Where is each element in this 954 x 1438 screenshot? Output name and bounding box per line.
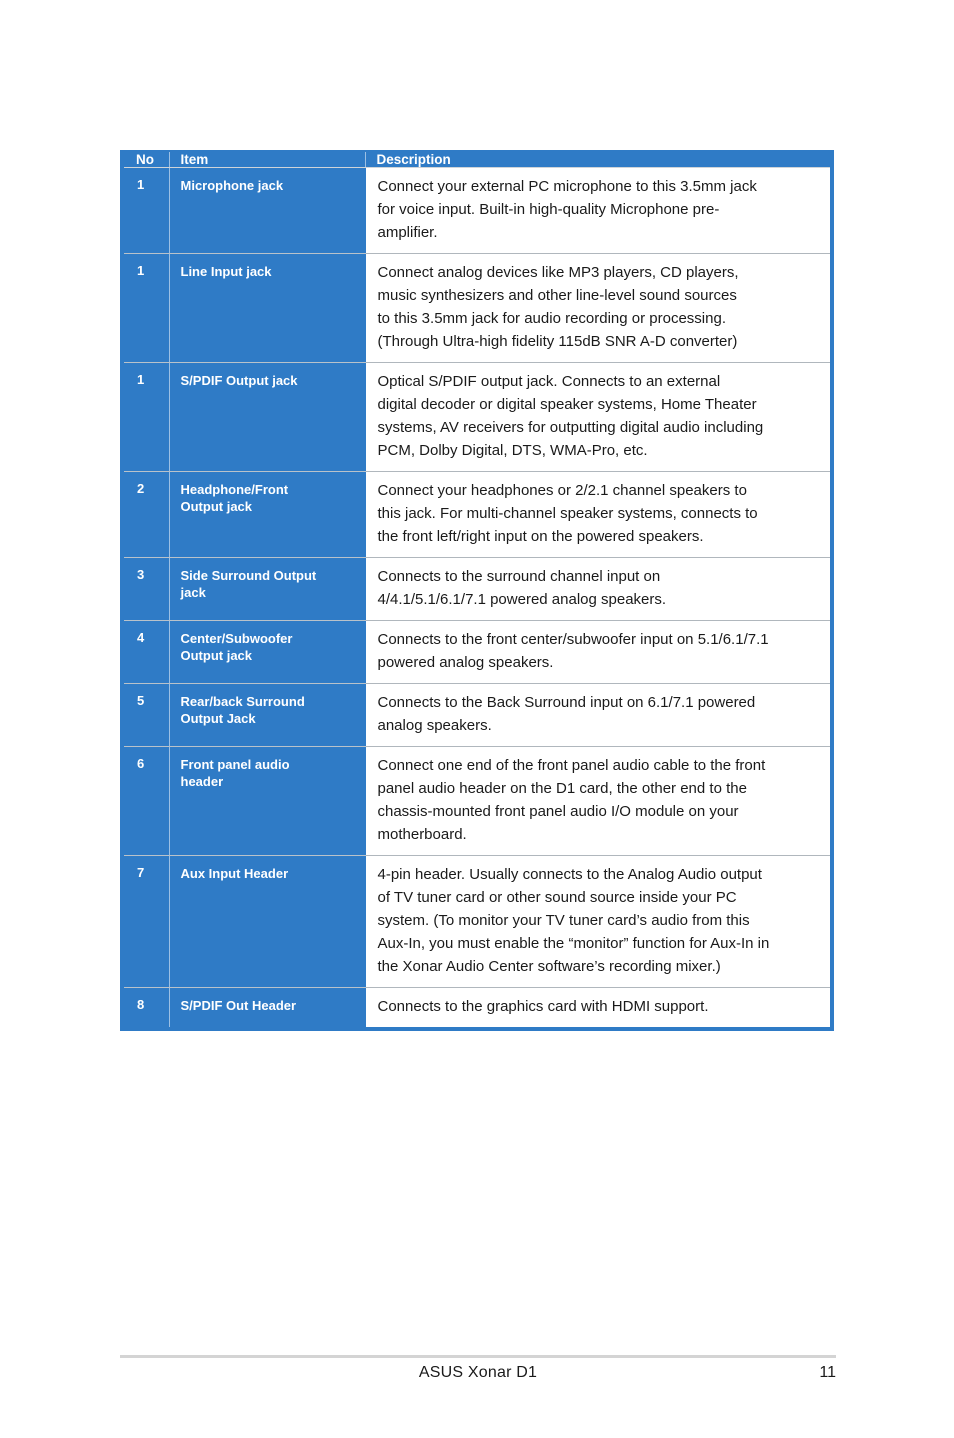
description-line: Connects to the front center/subwoofer i… [377,631,769,648]
item-line: jack [180,585,206,600]
row-number: 5 [122,683,169,747]
footer-divider [120,1355,836,1358]
description-line: 4/4.1/5.1/6.1/7.1 powered analog speaker… [377,591,667,608]
description-line: systems, AV receivers for outputting dig… [377,419,764,436]
description-line: system. (To monitor your TV tuner card’s… [377,912,750,929]
description-line: Connect analog devices like MP3 players,… [377,264,739,281]
document-page: No Item Description 1 Microphone jack Conn… [0,0,954,1438]
footer-product-title: ASUS Xonar D1 [418,1364,538,1381]
table-row: 1 S/PDIF Output jack Optical S/PDIF output… [122,362,832,472]
row-description: 4-pin header. Usually connects to the An… [364,855,832,988]
row-item-name: Center/Subwoofer Output jack [168,620,365,684]
description-line: panel audio header on the D1 card, the o… [377,780,747,797]
item-line: Center/Subwoofer [180,631,293,646]
row-description: Connect one end of the front panel audio… [364,746,832,856]
row-item-name: Rear/back Surround Output Jack [168,683,365,747]
item-line: Output jack [180,499,253,514]
table-row: 1 Microphone jack Connect your external PC… [122,167,832,254]
description-line: chassis-mounted front panel audio I/O mo… [377,803,739,820]
description-line: (Through Ultra-high fidelity 115dB SNR A… [377,333,738,350]
description-line: of TV tuner card or other sound source i… [377,889,737,906]
column-header-no: No [122,151,169,168]
row-item-name: Microphone jack [168,167,365,254]
description-line: Connect one end of the front panel audio… [377,757,766,774]
row-description: Connects to the graphics card with HDMI … [364,987,832,1029]
row-description: Connects to the front center/subwoofer i… [364,620,832,684]
description-line: Connect your headphones or 2/2.1 channel… [377,482,747,499]
row-number: 1 [122,362,169,472]
row-item-name: Line Input jack [168,253,365,363]
row-description: Connect your external PC microphone to t… [364,167,832,254]
description-line: for voice input. Built-in high-quality M… [377,201,720,218]
row-number: 4 [122,620,169,684]
description-line: Connects to the surround channel input o… [377,568,661,585]
row-number: 3 [122,557,169,621]
description-line: Connect your external PC microphone to t… [377,178,757,195]
row-item-name: Front panel audio header [168,746,365,856]
description-line: Connects to the Back Surround input on 6… [377,694,756,711]
description-line: digital decoder or digital speaker syste… [377,396,757,413]
table-header: No Item Description [122,151,832,168]
row-item-name: S/PDIF Output jack [168,362,365,472]
table-body: 1 Microphone jack Connect your external PC… [122,167,832,1029]
description-line: analog speakers. [377,717,492,734]
row-item-name: Headphone/Front Output jack [168,471,365,558]
row-description: Connects to the surround channel input o… [364,557,832,621]
description-line: Optical S/PDIF output jack. Connects to … [377,373,721,390]
row-number: 1 [122,167,169,254]
row-number: 1 [122,253,169,363]
page-footer: ASUS Xonar D1 11 [120,1364,836,1390]
table-header-row: No Item Description [122,151,832,168]
row-item-name: S/PDIF Out Header [168,987,365,1029]
item-line: header [180,774,224,789]
item-line: Side Surround Output [180,568,317,583]
description-line: 4-pin header. Usually connects to the An… [377,866,762,883]
row-number: 8 [122,987,169,1029]
table-row: 6 Front panel audio header Connect one end … [122,746,832,856]
row-item-name: Side Surround Output jack [168,557,365,621]
description-line: the front left/right input on the powere… [377,528,704,545]
item-line: Headphone/Front [180,482,289,497]
table-row: 2 Headphone/Front Output jack Connect your … [122,471,832,558]
description-line: powered analog speakers. [377,654,554,671]
description-line: motherboard. [377,826,467,843]
description-line: this jack. For multi-channel speaker sys… [377,505,758,522]
item-line: Output Jack [180,711,256,726]
table-row: 1 Line Input jack Connect analog devices l… [122,253,832,363]
row-number: 6 [122,746,169,856]
column-header-item: Item [168,151,365,168]
description-line: to this 3.5mm jack for audio recording o… [377,310,727,327]
item-line: Rear/back Surround [180,694,305,709]
item-line: Front panel audio [180,757,290,772]
connector-specification-table: No Item Description 1 Microphone jack Conn… [120,150,834,1031]
description-line: Aux-In, you must enable the “monitor” fu… [377,935,770,952]
description-line: music synthesizers and other line-level … [377,287,737,304]
row-description: Connects to the Back Surround input on 6… [364,683,832,747]
table-row: 3 Side Surround Output jack Connects to the… [122,557,832,621]
table-row: 8 S/PDIF Out Header Connects to the graphi… [122,987,832,1029]
description-line: Connects to the graphics card with HDMI … [377,998,709,1015]
description-line: amplifier. [377,224,438,241]
table-row: 7 Aux Input Header 4-pin header. Usually c… [122,855,832,988]
item-line: Output jack [180,648,253,663]
row-description: Connect analog devices like MP3 players,… [364,253,832,363]
row-description: Optical S/PDIF output jack. Connects to … [364,362,832,472]
table-row: 4 Center/Subwoofer Output jack Connects to … [122,620,832,684]
description-line: PCM, Dolby Digital, DTS, WMA-Pro, etc. [377,442,648,459]
description-line: the Xonar Audio Center software’s record… [377,958,721,975]
row-number: 7 [122,855,169,988]
row-number: 2 [122,471,169,558]
column-header-description: Description [364,151,832,168]
table-row: 5 Rear/back Surround Output Jack Connects t… [122,683,832,747]
footer-page-number: 11 [819,1364,836,1381]
row-item-name: Aux Input Header [168,855,365,988]
row-description: Connect your headphones or 2/2.1 channel… [364,471,832,558]
